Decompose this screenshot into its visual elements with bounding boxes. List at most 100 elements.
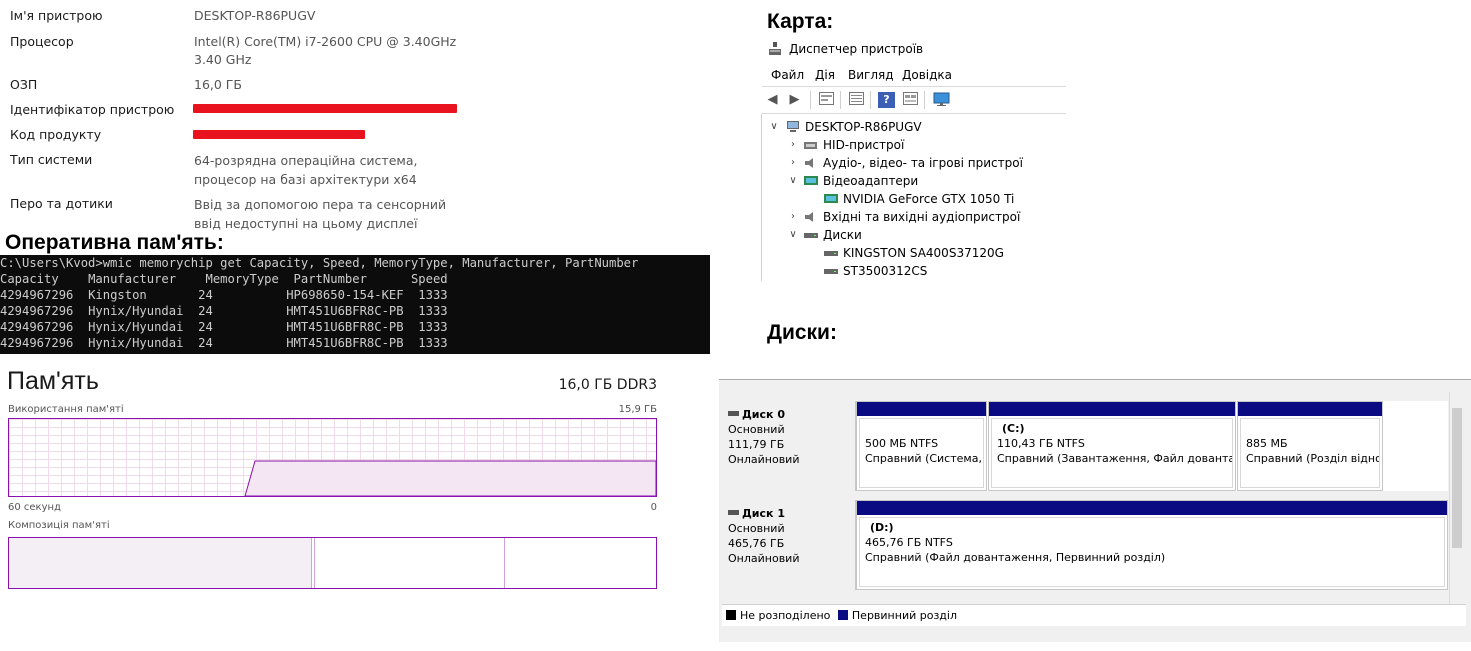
chevron-right-icon[interactable]: ›	[787, 154, 799, 172]
disk-0-status: Онлайновий	[728, 453, 800, 466]
partition-body: 885 МБ Справний (Розділ відновлення	[1240, 418, 1380, 488]
tree-item-disk-kingston[interactable]: KINGSTON SA400S37120G	[824, 244, 1004, 262]
terminal-row: 4294967296 Hynix/Hyundai 24 HMT451U6BFR8…	[0, 336, 448, 350]
tree-item-video-adapters[interactable]: Відеоадаптери	[804, 172, 918, 190]
menu-help[interactable]: Довідка	[902, 67, 952, 83]
terminal-row: 4294967296 Hynix/Hyundai 24 HMT451U6BFR8…	[0, 304, 448, 318]
product-code-label: Код продукту	[10, 127, 102, 142]
partition-body: (C:) 110,43 ГБ NTFS Справний (Завантажен…	[991, 418, 1233, 488]
disk-scrollbar[interactable]	[1449, 392, 1463, 604]
system-type-value-2: процесор на базі архітектури x64	[194, 172, 417, 187]
memory-total: 16,0 ГБ DDR3	[558, 377, 657, 393]
device-manager-icon	[769, 41, 781, 55]
memory-composition-label: Композиція пам'яті	[8, 520, 110, 531]
composition-standby[interactable]	[314, 538, 505, 588]
ram-heading: Оперативна пам'ять:	[5, 231, 224, 254]
legend-unallocated: Не розподілено	[740, 609, 831, 622]
device-view-icon[interactable]	[818, 92, 835, 108]
system-type-value: 64-розрядна операційна система,	[194, 153, 418, 168]
menu-file[interactable]: Файл	[771, 67, 804, 83]
composition-free[interactable]	[506, 538, 656, 588]
disk-0-partition-recovery[interactable]: 885 МБ Справний (Розділ відновлення	[1237, 401, 1383, 491]
chevron-right-icon[interactable]: ›	[787, 208, 799, 226]
device-list-icon[interactable]	[902, 92, 919, 108]
memory-title: Пам'ять	[7, 367, 99, 395]
disk-drive-icon	[804, 228, 818, 240]
tree-item-disk-seagate[interactable]: ST3500312CS	[824, 262, 927, 280]
pen-touch-label: Перо та дотики	[10, 196, 113, 211]
disk-icon	[728, 510, 739, 515]
disk-0-size: 111,79 ГБ	[728, 438, 785, 451]
terminal-header: Capacity Manufacturer MemoryType PartNum…	[0, 272, 448, 286]
disk-0-type: Основний	[728, 423, 785, 436]
processor-label: Процесор	[10, 34, 74, 49]
pen-touch-value-2: ввід недоступні на цьому дисплеї	[194, 216, 418, 231]
terminal-command: C:\Users\Kvod>wmic memorychip get Capaci…	[0, 256, 639, 270]
display-adapter-icon	[824, 192, 838, 204]
partition-bar	[857, 402, 986, 416]
partition-bar	[989, 402, 1235, 416]
toolbar-separator	[924, 91, 925, 109]
device-tree: ∨ DESKTOP-R86PUGV › HID-пристрої › Аудіо…	[761, 114, 1067, 281]
chevron-down-icon[interactable]: ∨	[768, 118, 780, 136]
tree-item-audio-video[interactable]: Аудіо-, відео- та ігрові пристрої	[804, 154, 1023, 172]
display-adapter-icon	[804, 174, 818, 186]
ram-value: 16,0 ГБ	[194, 77, 243, 92]
scrollbar-thumb[interactable]	[1452, 408, 1462, 548]
partition-body: (D:) 465,76 ГБ NTFS Справний (Файл дован…	[859, 517, 1445, 587]
disk-1-name: Диск 1	[728, 506, 855, 521]
legend-primary: Первинний розділ	[851, 609, 957, 622]
disk-legend: Не розподілено Первинний розділ	[722, 604, 1466, 626]
disk-1-size: 465,76 ГБ	[728, 537, 785, 550]
forward-arrow-icon[interactable]: ▶	[786, 92, 803, 108]
monitor-icon[interactable]	[933, 92, 950, 108]
chevron-down-icon[interactable]: ∨	[787, 226, 799, 244]
memory-composition-bar[interactable]	[8, 537, 657, 589]
terminal-window[interactable]: C:\Users\Kvod>wmic memorychip get Capaci…	[0, 255, 710, 354]
tree-item-audio-io[interactable]: Вхідні та вихідні аудіопристрої	[804, 208, 1020, 226]
disk-1-partition-d[interactable]: (D:) 465,76 ГБ NTFS Справний (Файл дован…	[856, 500, 1448, 590]
menu-view[interactable]: Вигляд	[848, 67, 894, 83]
processor-speed-value: 3.40 GHz	[194, 52, 252, 67]
tree-root[interactable]: DESKTOP-R86PUGV	[786, 118, 922, 136]
tree-item-gpu[interactable]: NVIDIA GeForce GTX 1050 Ti	[824, 190, 1014, 208]
ram-label: ОЗП	[10, 77, 38, 92]
disk-1-status: Онлайновий	[728, 552, 800, 565]
memory-usage-label: Використання пам'яті	[8, 404, 124, 415]
memory-usage-max: 15,9 ГБ	[618, 404, 657, 415]
toolbar-separator	[840, 91, 841, 109]
partition-body: 500 МБ NTFS Справний (Система, ...	[859, 418, 984, 488]
disk-1-type: Основний	[728, 522, 785, 535]
memory-usage-graph	[8, 418, 657, 497]
disk-0-partition-c[interactable]: (C:) 110,43 ГБ NTFS Справний (Завантажен…	[988, 401, 1236, 491]
disk-1-row[interactable]: Диск 1 Основний 465,76 ГБ Онлайновий (D:…	[722, 500, 1448, 590]
device-id-label: Ідентифікатор пристрою	[10, 102, 175, 117]
disk-0-name: Диск 0	[728, 407, 855, 422]
terminal-row: 4294967296 Hynix/Hyundai 24 HMT451U6BFR8…	[0, 320, 448, 334]
device-manager-toolbar: ◀ ▶ ?	[762, 86, 1066, 114]
speaker-icon	[804, 210, 818, 222]
partition-bar	[1238, 402, 1382, 416]
tree-item-hid[interactable]: HID-пристрої	[804, 136, 904, 154]
back-arrow-icon[interactable]: ◀	[764, 92, 781, 108]
menu-action[interactable]: Дія	[815, 67, 835, 83]
graph-time-left: 60 секунд	[8, 502, 61, 513]
device-id-redaction	[193, 104, 457, 113]
toolbar-separator	[810, 91, 811, 109]
product-code-redaction	[193, 130, 365, 139]
disk-1-info[interactable]: Диск 1 Основний 465,76 ГБ Онлайновий	[722, 500, 856, 590]
disk-0-info[interactable]: Диск 0 Основний 111,79 ГБ Онлайновий	[722, 401, 856, 491]
chevron-down-icon[interactable]: ∨	[787, 172, 799, 190]
disk-0-row[interactable]: Диск 0 Основний 111,79 ГБ Онлайновий 500…	[722, 401, 1448, 491]
help-icon[interactable]: ?	[878, 92, 895, 108]
disk-0-partition-system[interactable]: 500 МБ NTFS Справний (Система, ...	[856, 401, 987, 491]
properties-icon[interactable]	[848, 92, 865, 108]
composition-in-use[interactable]	[9, 538, 312, 588]
graph-time-right: 0	[650, 502, 657, 513]
disk-drive-icon	[824, 246, 838, 258]
device-manager-title: Диспетчер пристроїв	[789, 42, 924, 56]
chevron-right-icon[interactable]: ›	[787, 136, 799, 154]
tree-item-disks[interactable]: Диски	[804, 226, 862, 244]
device-name-value: DESKTOP-R86PUGV	[194, 8, 316, 23]
disk-management-panel: Диск 0 Основний 111,79 ГБ Онлайновий 500…	[719, 379, 1471, 642]
